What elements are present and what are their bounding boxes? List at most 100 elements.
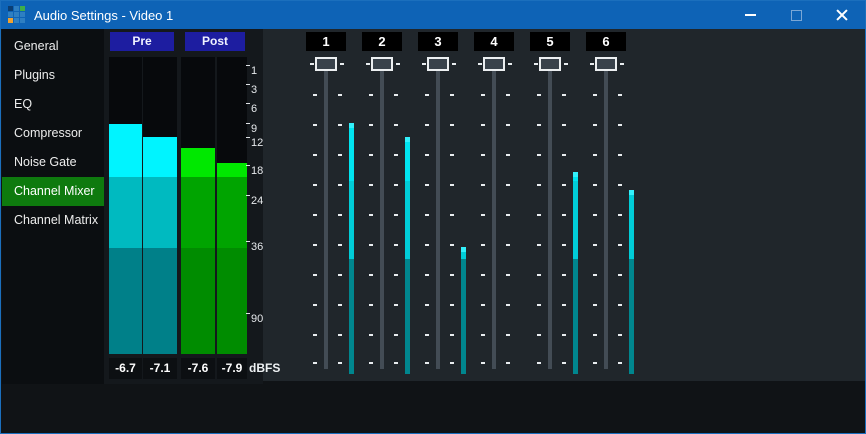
fader-scale-dash bbox=[618, 214, 622, 216]
meter-peak-cap bbox=[573, 172, 578, 177]
fader-scale-dash bbox=[537, 244, 541, 246]
fader-scale-dash bbox=[618, 334, 622, 336]
sidebar-item-general[interactable]: General bbox=[2, 32, 104, 61]
fader-track-5[interactable] bbox=[548, 59, 552, 369]
fader-scale-dash bbox=[450, 94, 454, 96]
fader-track-6[interactable] bbox=[604, 59, 608, 369]
pre-meter-readout: -7.1 bbox=[143, 358, 177, 379]
fader-track-4[interactable] bbox=[492, 59, 496, 369]
fader-track-3[interactable] bbox=[436, 59, 440, 369]
maximize-button[interactable] bbox=[773, 1, 819, 29]
fader-scale-dash bbox=[425, 334, 429, 336]
fader-scale-dash bbox=[369, 244, 373, 246]
db-scale-tick bbox=[246, 65, 250, 66]
fader-scale-dash bbox=[369, 154, 373, 156]
db-scale-tick bbox=[246, 137, 250, 138]
fader-handle-2[interactable] bbox=[371, 57, 393, 71]
dbfs-unit-label: dBFS bbox=[249, 358, 280, 379]
fader-scale-dash bbox=[425, 154, 429, 156]
fader-scale-dash bbox=[537, 334, 541, 336]
sidebar-item-noise-gate[interactable]: Noise Gate bbox=[2, 148, 104, 177]
sidebar-item-compressor[interactable]: Compressor bbox=[2, 119, 104, 148]
channel-meter-5 bbox=[573, 172, 578, 374]
fader-scale-dash bbox=[369, 362, 373, 364]
sidebar-item-channel-mixer[interactable]: Channel Mixer bbox=[2, 177, 104, 206]
fader-scale-dash bbox=[618, 362, 622, 364]
fader-scale-dash bbox=[593, 214, 597, 216]
meter-zone bbox=[629, 190, 634, 259]
fader-scale-dash bbox=[425, 362, 429, 364]
fader-scale-dash bbox=[506, 214, 510, 216]
fader-scale-dash bbox=[506, 334, 510, 336]
fader-scale-dash bbox=[425, 274, 429, 276]
db-scale-label: 12 bbox=[251, 136, 263, 150]
minimize-button[interactable] bbox=[727, 1, 773, 29]
fader-handle-6[interactable] bbox=[595, 57, 617, 71]
fader-scale-dash bbox=[425, 214, 429, 216]
fader-track-1[interactable] bbox=[324, 59, 328, 369]
meter-zone bbox=[109, 248, 142, 354]
meter-zone bbox=[181, 248, 215, 354]
fader-scale-dash bbox=[562, 94, 566, 96]
fader-handle-3[interactable] bbox=[427, 57, 449, 71]
fader-track-2[interactable] bbox=[380, 59, 384, 369]
fader-scale-dash bbox=[369, 124, 373, 126]
channel-header-3[interactable]: 3 bbox=[418, 32, 458, 51]
post-meter-well bbox=[217, 57, 247, 354]
sidebar-item-plugins[interactable]: Plugins bbox=[2, 61, 104, 90]
channel-meter-3 bbox=[461, 247, 466, 374]
app-icon-square bbox=[8, 18, 13, 23]
fader-scale-dash bbox=[562, 244, 566, 246]
app-icon[interactable] bbox=[8, 6, 26, 24]
db-scale-tick bbox=[246, 195, 250, 196]
fader-scale-dash bbox=[369, 94, 373, 96]
app-icon-square bbox=[20, 6, 25, 11]
fader-side-dash bbox=[452, 63, 456, 65]
meter-zone bbox=[217, 57, 247, 163]
post-meter-header: Post bbox=[185, 32, 245, 51]
db-scale-label: 90 bbox=[251, 312, 263, 326]
fader-scale-dash bbox=[313, 274, 317, 276]
channel-header-6[interactable]: 6 bbox=[586, 32, 626, 51]
fader-scale-dash bbox=[593, 304, 597, 306]
fader-scale-dash bbox=[338, 334, 342, 336]
channel-header-5[interactable]: 5 bbox=[530, 32, 570, 51]
fader-scale-dash bbox=[394, 214, 398, 216]
fader-scale-dash bbox=[394, 334, 398, 336]
db-scale-tick bbox=[246, 165, 250, 166]
sidebar-item-channel-matrix[interactable]: Channel Matrix bbox=[2, 206, 104, 235]
fader-scale-dash bbox=[481, 274, 485, 276]
channel-header-2[interactable]: 2 bbox=[362, 32, 402, 51]
channel-meter-2 bbox=[405, 137, 410, 374]
fader-handle-1[interactable] bbox=[315, 57, 337, 71]
db-scale-label: 9 bbox=[251, 122, 257, 136]
fader-scale-dash bbox=[450, 334, 454, 336]
fader-scale-dash bbox=[338, 274, 342, 276]
fader-scale-dash bbox=[593, 244, 597, 246]
fader-handle-5[interactable] bbox=[539, 57, 561, 71]
channel-header-4[interactable]: 4 bbox=[474, 32, 514, 51]
fader-scale-dash bbox=[338, 214, 342, 216]
fader-scale-dash bbox=[369, 184, 373, 186]
fader-scale-dash bbox=[537, 154, 541, 156]
window-title: Audio Settings - Video 1 bbox=[34, 8, 173, 23]
meter-zone bbox=[181, 177, 215, 248]
fader-handle-4[interactable] bbox=[483, 57, 505, 71]
fader-scale-dash bbox=[562, 214, 566, 216]
fader-side-dash bbox=[564, 63, 568, 65]
fader-scale-dash bbox=[562, 274, 566, 276]
sidebar-item-eq[interactable]: EQ bbox=[2, 90, 104, 119]
db-scale-tick bbox=[246, 313, 250, 314]
fader-scale-dash bbox=[562, 304, 566, 306]
fader-scale-dash bbox=[394, 154, 398, 156]
meter-peak-cap bbox=[349, 123, 354, 128]
close-window-button[interactable] bbox=[819, 1, 865, 29]
fader-scale-dash bbox=[338, 304, 342, 306]
channel-header-1[interactable]: 1 bbox=[306, 32, 346, 51]
fader-scale-dash bbox=[450, 362, 454, 364]
fader-side-dash bbox=[534, 63, 538, 65]
channel-meter-1 bbox=[349, 123, 354, 374]
fader-scale-dash bbox=[506, 94, 510, 96]
fader-scale-dash bbox=[313, 94, 317, 96]
audio-settings-window: Audio Settings - Video 1 GeneralPluginsE… bbox=[0, 0, 866, 434]
